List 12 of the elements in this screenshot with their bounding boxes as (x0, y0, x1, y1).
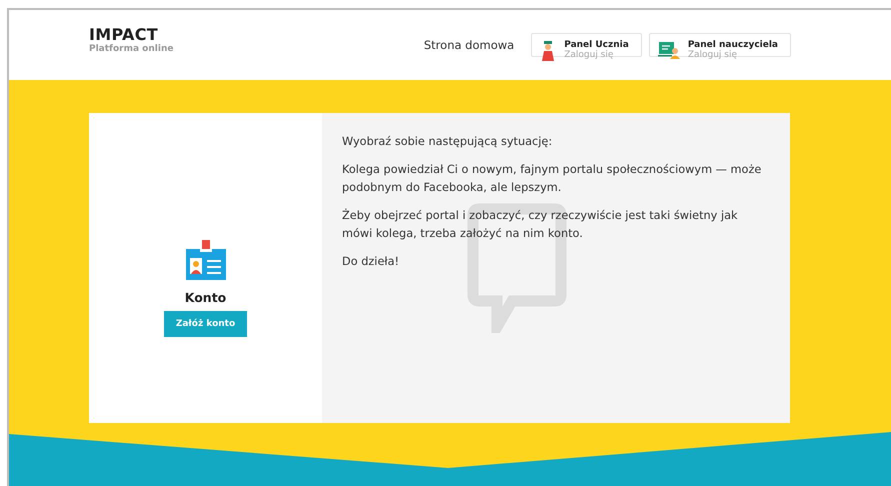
brand-subtitle: Platforma online (89, 44, 174, 54)
teacher-icon (658, 40, 680, 60)
panel-login-button[interactable]: Panel nauczyciela Zaloguj się (648, 33, 791, 57)
story-paragraph: Żeby obejrzeć portal i zobaczyć, czy rzeczywiście jest taki świetny jak mówi kolega, trzeba założyć na nim konto. (342, 208, 739, 242)
student-icon (540, 40, 556, 62)
story-paragraph: Do dzieła! (342, 254, 400, 270)
story-paragraph: Kolega powiedział Ci o nowym, fajnym portalu społecznościowym — może podobnym do Facebooka, ale lepszym. (342, 162, 762, 196)
account-title: Konto (184, 290, 226, 304)
brand-title: IMPACT (89, 24, 159, 44)
story-paragraph: Wyobraź sobie następującą sytuację: (342, 134, 554, 150)
home-link[interactable]: Strona domowa (424, 38, 514, 52)
id-card-icon (186, 240, 226, 280)
